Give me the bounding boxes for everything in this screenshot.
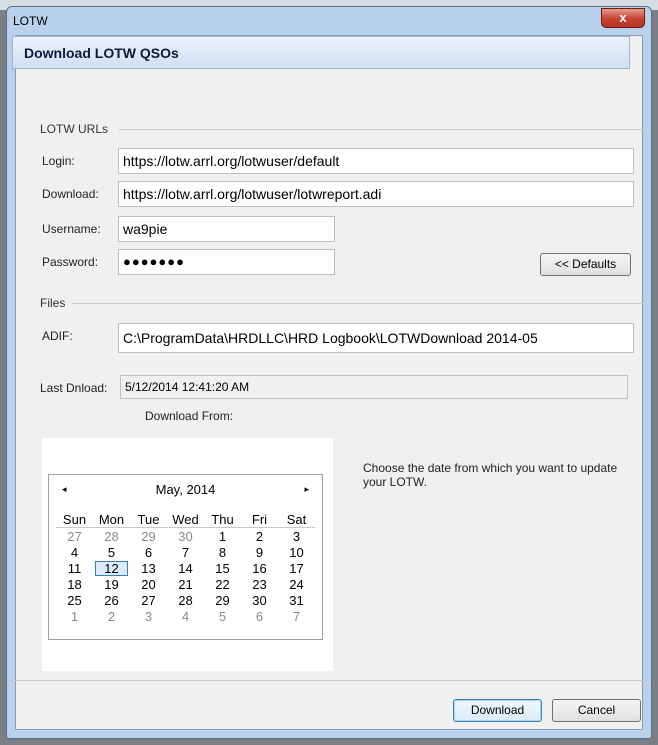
- calendar-day[interactable]: 18: [56, 576, 93, 592]
- cancel-button[interactable]: Cancel: [552, 699, 641, 722]
- dialog-header: Download LOTW QSOs: [12, 36, 630, 69]
- password-field[interactable]: ●●●●●●●: [118, 249, 335, 275]
- calendar-day[interactable]: 14: [167, 560, 204, 576]
- calendar-day[interactable]: 28: [167, 592, 204, 608]
- calendar-hint-text: Choose the date from which you want to u…: [363, 461, 618, 489]
- group-divider: [72, 303, 643, 304]
- calendar-day[interactable]: 6: [241, 608, 278, 624]
- weekday-header: Tue: [130, 511, 167, 528]
- close-button[interactable]: x: [601, 8, 645, 28]
- last-download-label: Last Dnload:: [40, 381, 108, 395]
- calendar-day[interactable]: 24: [278, 576, 315, 592]
- calendar-day[interactable]: 28: [93, 528, 130, 545]
- calendar-day[interactable]: 21: [167, 576, 204, 592]
- calendar-day[interactable]: 2: [93, 608, 130, 624]
- calendar-day[interactable]: 10: [278, 544, 315, 560]
- calendar-day[interactable]: 3: [130, 608, 167, 624]
- prev-month-icon[interactable]: ◂: [62, 484, 67, 495]
- calendar-day[interactable]: 7: [278, 608, 315, 624]
- calendar-day[interactable]: 27: [130, 592, 167, 608]
- calendar-day[interactable]: 5: [93, 544, 130, 560]
- download-from-label: Download From:: [145, 409, 234, 423]
- calendar-day[interactable]: 30: [167, 528, 204, 545]
- calendar-day[interactable]: 20: [130, 576, 167, 592]
- download-label: Download:: [42, 187, 99, 201]
- login-url-field[interactable]: https://lotw.arrl.org/lotwuser/default: [118, 148, 634, 174]
- adif-path-field[interactable]: C:\ProgramData\HRDLLC\HRD Logbook\LOTWDo…: [118, 323, 634, 353]
- close-icon[interactable]: x: [619, 10, 626, 25]
- title-bar[interactable]: LOTW x: [7, 7, 651, 35]
- calendar-day[interactable]: 29: [130, 528, 167, 545]
- calendar-grid: Sun Mon Tue Wed Thu Fri Sat 27 28 29 30 …: [56, 511, 315, 624]
- calendar-day[interactable]: 30: [241, 592, 278, 608]
- next-month-icon[interactable]: ▸: [304, 484, 309, 495]
- calendar-panel: May, 2014 ◂ ▸ Sun Mon Tue Wed Thu Fri Sa…: [42, 438, 333, 671]
- weekday-header: Wed: [167, 511, 204, 528]
- calendar-day[interactable]: 6: [130, 544, 167, 560]
- adif-label: ADIF:: [42, 329, 73, 343]
- username-field[interactable]: wa9pie: [118, 216, 335, 242]
- calendar-day[interactable]: 27: [56, 528, 93, 545]
- calendar-day-selected[interactable]: 12: [93, 560, 130, 576]
- calendar-day[interactable]: 4: [167, 608, 204, 624]
- login-label: Login:: [42, 154, 75, 168]
- month-calendar[interactable]: May, 2014 ◂ ▸ Sun Mon Tue Wed Thu Fri Sa…: [48, 474, 323, 640]
- dialog-heading: Download LOTW QSOs: [24, 45, 179, 61]
- footer-divider: [9, 680, 649, 681]
- calendar-day[interactable]: 22: [204, 576, 241, 592]
- calendar-day[interactable]: 4: [56, 544, 93, 560]
- calendar-day[interactable]: 7: [167, 544, 204, 560]
- weekday-header: Sat: [278, 511, 315, 528]
- calendar-day[interactable]: 9: [241, 544, 278, 560]
- weekday-header: Mon: [93, 511, 130, 528]
- weekday-header: Sun: [56, 511, 93, 528]
- calendar-day[interactable]: 16: [241, 560, 278, 576]
- group-divider: [119, 129, 643, 130]
- password-label: Password:: [42, 255, 99, 269]
- calendar-day[interactable]: 31: [278, 592, 315, 608]
- calendar-day[interactable]: 29: [204, 592, 241, 608]
- window-title: LOTW: [13, 14, 48, 28]
- calendar-day[interactable]: 8: [204, 544, 241, 560]
- group-label-files: Files: [40, 296, 66, 310]
- calendar-day[interactable]: 2: [241, 528, 278, 545]
- calendar-day[interactable]: 26: [93, 592, 130, 608]
- group-label-lotw-urls: LOTW URLs: [40, 122, 109, 136]
- download-button[interactable]: Download: [453, 699, 542, 722]
- calendar-day[interactable]: 1: [56, 608, 93, 624]
- calendar-day[interactable]: 17: [278, 560, 315, 576]
- weekday-header: Thu: [204, 511, 241, 528]
- selected-day-label[interactable]: 12: [95, 560, 128, 576]
- calendar-day[interactable]: 13: [130, 560, 167, 576]
- calendar-day[interactable]: 23: [241, 576, 278, 592]
- calendar-day[interactable]: 11: [56, 560, 93, 576]
- username-label: Username:: [42, 222, 101, 236]
- weekday-header: Fri: [241, 511, 278, 528]
- calendar-day[interactable]: 3: [278, 528, 315, 545]
- download-url-field[interactable]: https://lotw.arrl.org/lotwuser/lotwrepor…: [118, 181, 634, 207]
- calendar-day[interactable]: 25: [56, 592, 93, 608]
- calendar-day[interactable]: 15: [204, 560, 241, 576]
- calendar-month-title[interactable]: May, 2014: [49, 482, 322, 497]
- last-download-value: 5/12/2014 12:41:20 AM: [120, 375, 628, 399]
- calendar-day[interactable]: 1: [204, 528, 241, 545]
- defaults-button[interactable]: << Defaults: [540, 253, 631, 276]
- calendar-day[interactable]: 19: [93, 576, 130, 592]
- calendar-day[interactable]: 5: [204, 608, 241, 624]
